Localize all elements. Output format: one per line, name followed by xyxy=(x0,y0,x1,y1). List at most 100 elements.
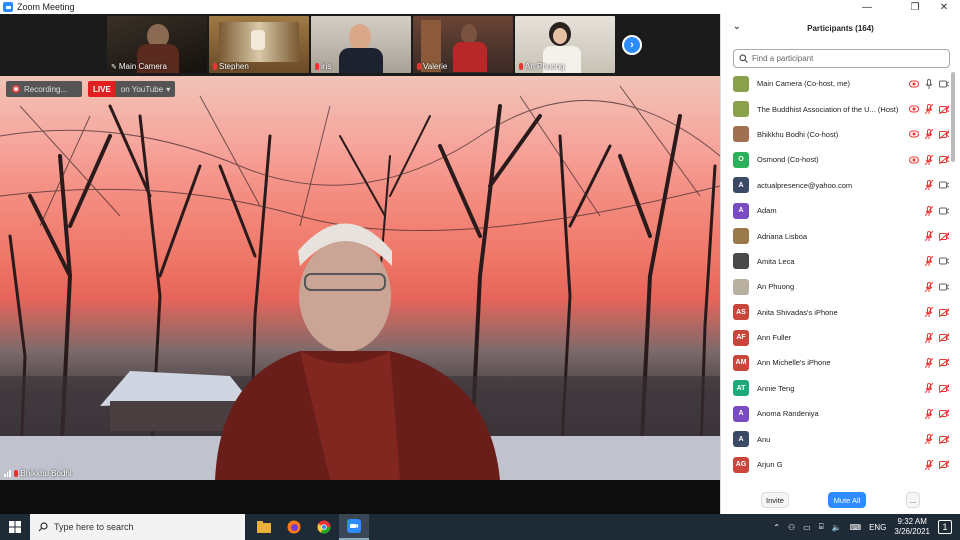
participant-search-input[interactable] xyxy=(752,54,932,63)
mic-muted-icon[interactable] xyxy=(924,459,934,470)
video-off-icon[interactable] xyxy=(939,104,949,114)
maximize-button[interactable]: ❐ xyxy=(901,0,929,14)
participant-row[interactable]: A Anu xyxy=(721,426,957,451)
thumbnail-stephen[interactable]: Stephen xyxy=(209,16,309,73)
mic-muted-icon[interactable] xyxy=(924,281,934,292)
video-icon[interactable] xyxy=(939,206,949,216)
input-language[interactable]: ENG xyxy=(869,523,886,532)
mic-muted-icon[interactable] xyxy=(924,307,934,318)
minimize-button[interactable]: — xyxy=(853,0,881,14)
participant-row[interactable]: O Osmond (Co-host) xyxy=(721,147,957,172)
live-stream-indicator[interactable]: LIVE on YouTube ▾ xyxy=(88,81,176,97)
mic-muted-icon[interactable] xyxy=(924,408,934,419)
avatar: AS xyxy=(733,304,749,321)
chevron-up-icon[interactable]: ⌃ xyxy=(773,523,780,532)
participant-status-icons xyxy=(924,332,949,343)
volume-icon[interactable]: 🔈 xyxy=(832,523,842,532)
participant-row[interactable]: AF Ann Fuller xyxy=(721,325,957,350)
video-icon[interactable] xyxy=(939,256,949,266)
people-icon[interactable]: ⚇ xyxy=(788,523,795,532)
participant-list-scrollbar[interactable] xyxy=(951,72,955,162)
action-center-button[interactable]: 1 xyxy=(938,520,952,534)
mic-muted-icon[interactable] xyxy=(924,180,934,191)
file-explorer-button[interactable] xyxy=(249,514,279,540)
video-off-icon[interactable] xyxy=(939,409,949,419)
video-off-icon[interactable] xyxy=(939,460,949,470)
clock[interactable]: 9:32 AM 3/26/2021 xyxy=(894,517,930,537)
video-off-icon[interactable] xyxy=(939,307,949,317)
network-icon[interactable]: ⌸ xyxy=(819,522,824,532)
video-off-icon[interactable] xyxy=(939,155,949,165)
thumbnail-main-camera[interactable]: ✎ Main Camera xyxy=(107,16,207,73)
participant-row[interactable]: Adriana Lisboa xyxy=(721,223,957,248)
video-off-icon[interactable] xyxy=(939,333,949,343)
participant-name: Adam xyxy=(757,206,777,216)
thumbnail-valerie[interactable]: Valerie xyxy=(413,16,513,73)
thumbnail-an-phuong[interactable]: An Phuong xyxy=(515,16,615,73)
mic-muted-icon[interactable] xyxy=(924,383,934,394)
participant-row[interactable]: Aactualpresence@yahoo.com xyxy=(721,173,957,198)
avatar xyxy=(733,228,749,245)
participant-row[interactable]: A Adam xyxy=(721,198,957,223)
video-off-icon[interactable] xyxy=(939,434,949,444)
participant-row[interactable]: Bhikkhu Bodhi (Co-host) xyxy=(721,122,957,147)
video-icon[interactable] xyxy=(939,282,949,292)
chevron-down-icon[interactable]: ⌄ xyxy=(733,21,741,32)
mic-muted-icon[interactable] xyxy=(924,434,934,445)
participant-row[interactable]: AT Annie Teng xyxy=(721,376,957,401)
recording-icon xyxy=(909,104,919,114)
chrome-button[interactable] xyxy=(309,514,339,540)
mic-muted-icon[interactable] xyxy=(924,256,934,267)
video-off-icon[interactable] xyxy=(939,383,949,393)
video-icon[interactable] xyxy=(939,79,949,89)
participant-row[interactable]: The Buddhist Association of the U... (Ho… xyxy=(721,96,957,121)
window-titlebar: Zoom Meeting — ❐ ✕ xyxy=(0,0,960,14)
participant-row[interactable]: Amita Leca xyxy=(721,249,957,274)
participant-status-icons xyxy=(924,383,949,394)
mic-icon[interactable] xyxy=(924,78,934,89)
participant-row[interactable]: AS Anita Shivadas's iPhone xyxy=(721,300,957,325)
participant-search[interactable] xyxy=(733,49,950,68)
video-off-icon[interactable] xyxy=(939,231,949,241)
chrome-icon xyxy=(317,520,331,534)
keyboard-icon[interactable]: ⌨ xyxy=(850,523,862,532)
participants-title: Participants (164) xyxy=(807,23,874,33)
mic-muted-icon[interactable] xyxy=(924,104,934,115)
start-button[interactable] xyxy=(0,514,30,540)
mic-muted-icon[interactable] xyxy=(924,332,934,343)
mic-muted-icon[interactable] xyxy=(924,231,934,242)
participant-row[interactable]: AM Ann Michelle's iPhone xyxy=(721,350,957,375)
taskbar-search[interactable]: Type here to search xyxy=(30,514,245,540)
recording-indicator[interactable]: Recording... xyxy=(6,81,82,97)
battery-icon[interactable]: ▭ xyxy=(803,523,811,532)
invite-button[interactable]: Invite xyxy=(761,492,789,508)
participant-row[interactable]: AG Arjun G xyxy=(721,452,957,476)
firefox-button[interactable] xyxy=(279,514,309,540)
chevron-right-icon: › xyxy=(630,39,634,51)
participant-name: The Buddhist Association of the U... (Ho… xyxy=(757,104,899,114)
mute-all-button[interactable]: Mute All xyxy=(828,492,866,508)
clock-time: 9:32 AM xyxy=(897,517,927,526)
video-off-icon[interactable] xyxy=(939,358,949,368)
thumbnail-name: An Phuong xyxy=(525,62,565,71)
mic-muted-icon[interactable] xyxy=(924,154,934,165)
mic-muted-icon[interactable] xyxy=(924,205,934,216)
thumbnail-iris[interactable]: iris xyxy=(311,16,411,73)
muted-mic-icon xyxy=(315,63,319,70)
participant-row[interactable]: An Phuong xyxy=(721,274,957,299)
more-options-button[interactable]: ... xyxy=(906,492,920,508)
next-page-button[interactable]: › xyxy=(622,35,642,55)
mic-muted-icon[interactable] xyxy=(924,129,934,140)
window-title: Zoom Meeting xyxy=(17,2,75,12)
video-icon[interactable] xyxy=(939,180,949,190)
participant-status-icons xyxy=(924,307,949,318)
participant-row[interactable]: Main Camera (Co-host, me) xyxy=(721,71,957,96)
participant-row[interactable]: A Anoma Randeniya xyxy=(721,401,957,426)
avatar: A xyxy=(733,431,749,448)
participants-footer: Invite Mute All ... xyxy=(721,488,960,512)
video-off-icon[interactable] xyxy=(939,129,949,139)
participant-name: Adriana Lisboa xyxy=(757,231,808,241)
zoom-taskbar-button[interactable] xyxy=(339,514,369,540)
close-button[interactable]: ✕ xyxy=(930,0,958,14)
mic-muted-icon[interactable] xyxy=(924,357,934,368)
